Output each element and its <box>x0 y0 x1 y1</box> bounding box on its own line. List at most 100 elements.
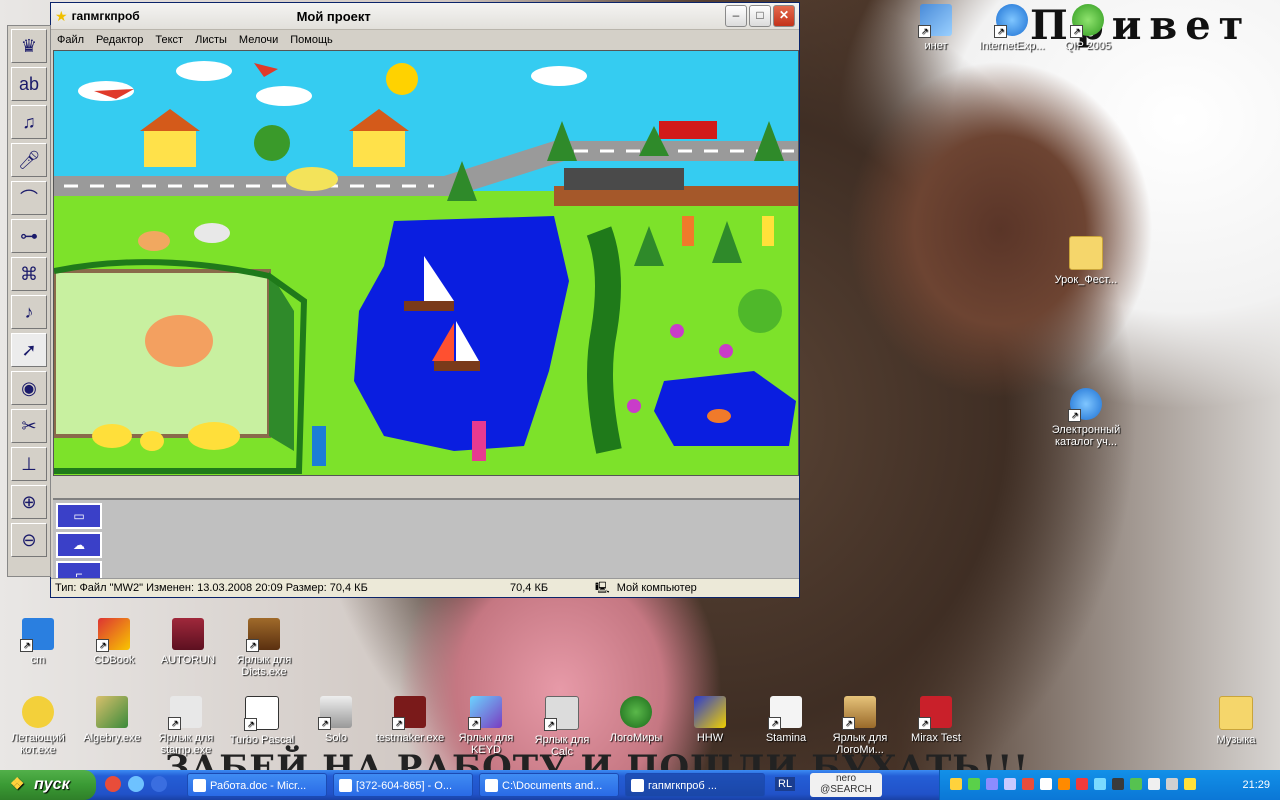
tray-network-icon-2[interactable] <box>1004 778 1016 790</box>
close-button[interactable]: ✕ <box>773 5 795 27</box>
desktop-icon-dicts[interactable]: Ярлык для Dicts.exe <box>226 618 302 678</box>
desktop-icon-flying-cat[interactable]: Летающий кот.exe <box>0 696 76 756</box>
tray-app-icon-6[interactable] <box>1184 778 1196 790</box>
desktop-icon-autorun[interactable]: AUTORUN <box>150 618 226 666</box>
tray-qip-icon[interactable] <box>968 778 980 790</box>
tray-app-icon-5[interactable] <box>1148 778 1160 790</box>
turtle-icon <box>620 696 652 728</box>
system-tray: 21:29 <box>939 770 1280 800</box>
sheet-thumbnail-1[interactable]: ▭ <box>56 503 102 529</box>
tray-app-icon-2[interactable] <box>1058 778 1070 790</box>
tray-spider-icon[interactable] <box>1112 778 1124 790</box>
taskbar: пуск Работа.doc - Micr... [372-604-865] … <box>0 770 1280 800</box>
window-title-project: Мой проект <box>296 8 371 24</box>
title-bar[interactable]: ★ гапмгкпроб Мой проект – □ ✕ <box>51 3 799 30</box>
menu-sheets[interactable]: Листы <box>189 34 233 46</box>
tray-app-icon-4[interactable] <box>1130 778 1142 790</box>
desktop-icon-inet[interactable]: инет <box>898 4 974 52</box>
show-desktop-icon[interactable] <box>151 776 168 792</box>
desktop-icon-qip[interactable]: QIP 2005 <box>1050 4 1126 52</box>
tray-target-icon[interactable] <box>1076 778 1088 790</box>
desktop-icon-stamina[interactable]: Stamina <box>748 696 824 744</box>
desktop-icon-algebry[interactable]: Algebry.exe <box>74 696 150 744</box>
ie-icon <box>1068 388 1102 422</box>
minimize-button[interactable]: – <box>725 5 747 27</box>
desktop-icon-internet-explorer[interactable]: InternetExp... <box>974 4 1050 52</box>
music-note-icon[interactable]: ♫ <box>11 105 47 139</box>
desktop-icon-calc[interactable]: Ярлык для Calc <box>524 696 600 758</box>
cdbook-icon <box>96 618 130 652</box>
opera-icon[interactable] <box>105 776 121 792</box>
desktop-icon-hhw[interactable]: HHW <box>672 696 748 744</box>
satellite-dish-icon[interactable]: ⌒ <box>11 181 47 215</box>
star-app-icon: ★ <box>55 7 68 24</box>
menu-editor[interactable]: Редактор <box>90 34 149 46</box>
eye-icon[interactable]: ◉ <box>11 371 47 405</box>
tray-app-icon[interactable] <box>1022 778 1034 790</box>
film-camera-icon[interactable]: ⌘ <box>11 257 47 291</box>
book-icon <box>246 618 280 652</box>
status-bar: Тип: Файл "MW2" Изменен: 13.03.2008 20:0… <box>51 578 799 597</box>
tray-shield-icon[interactable] <box>950 778 962 790</box>
maximize-button[interactable]: □ <box>749 5 771 27</box>
desktop-icon-keyd[interactable]: Ярлык для KEYD <box>448 696 524 756</box>
ie-icon[interactable] <box>128 776 145 792</box>
tray-volume-icon[interactable] <box>1166 778 1178 790</box>
desktop-icon-turbo-pascal[interactable]: Turbo Pascal <box>224 696 300 746</box>
desktop-icon-stamp[interactable]: Ярлык для stamp.exe <box>148 696 224 756</box>
taskbar-button-explorer[interactable]: C:\Documents and... <box>479 773 619 797</box>
ms-keyboard-icon <box>468 696 502 730</box>
desktop-icon-cm[interactable]: cm <box>0 618 76 666</box>
sheet-thumbnail-2[interactable]: ☁ <box>56 532 102 558</box>
book-icon <box>172 618 204 650</box>
app-window: ★ гапмгкпроб Мой проект – □ ✕ Файл Редак… <box>7 2 800 598</box>
desktop-icon-logomiry[interactable]: ЛогоМиры <box>598 696 674 744</box>
project-canvas[interactable] <box>53 50 799 476</box>
calculator-icon <box>544 696 579 731</box>
clock[interactable]: 21:29 <box>1242 770 1270 800</box>
microphone-icon[interactable]: 🎤︎ <box>11 143 47 177</box>
stamina-icon <box>768 696 802 730</box>
desktop-icon-mirax-test[interactable]: Mirax Test <box>898 696 974 744</box>
start-button[interactable]: пуск <box>0 770 96 800</box>
taskbar-button-chat[interactable]: [372-604-865] - О... <box>333 773 473 797</box>
desktop-icon-music-folder[interactable]: Музыка <box>1198 696 1274 746</box>
logomiry-icon <box>842 696 876 730</box>
testmaker-icon <box>392 696 426 730</box>
zoom-out-icon[interactable]: ⊖ <box>11 523 47 557</box>
folder-icon <box>1069 236 1103 270</box>
menu-help[interactable]: Помощь <box>284 34 339 46</box>
stamp-icon[interactable]: ⊥ <box>11 447 47 481</box>
mirax-icon <box>918 696 952 730</box>
slider-icon[interactable]: ⊶ <box>11 219 47 253</box>
pointer-icon[interactable]: ➚ <box>11 333 47 367</box>
tray-app-icon-3[interactable] <box>1094 778 1106 790</box>
desktop-icon-folder-urok[interactable]: Урок_Фест... <box>1048 236 1124 286</box>
menu-file[interactable]: Файл <box>51 34 90 46</box>
menu-text[interactable]: Текст <box>149 34 189 46</box>
dictionary-be-icon <box>20 618 54 652</box>
menu-gadgets[interactable]: Мелочи <box>233 34 284 46</box>
scissors-icon[interactable]: ✂ <box>11 409 47 443</box>
desktop-icon-electronic-catalog[interactable]: Электронный каталог уч... <box>1048 388 1124 448</box>
tray-signal-icon[interactable] <box>1040 778 1052 790</box>
status-location-label: Мой компьютер <box>616 581 697 594</box>
scene-drawing <box>54 51 798 475</box>
tray-network-icon[interactable] <box>986 778 998 790</box>
nero-search-toolbar[interactable]: nero @SEARCH <box>810 773 882 797</box>
taskbar-button-app[interactable]: гапмгкпроб ... <box>625 773 765 797</box>
cd-music-icon[interactable]: ♪ <box>11 295 47 329</box>
help-workshop-icon <box>694 696 726 728</box>
desktop-icon-logomiry-shortcut[interactable]: Ярлык для ЛогоМи... <box>822 696 898 756</box>
desktop-icon-cdbook[interactable]: CDBook <box>76 618 152 666</box>
language-indicator[interactable]: RL <box>775 777 796 791</box>
crown-icon[interactable]: ♛ <box>11 29 47 63</box>
taskbar-button-word[interactable]: Работа.doc - Micr... <box>187 773 327 797</box>
status-file-info: Тип: Файл "MW2" Изменен: 13.03.2008 20:0… <box>55 582 368 594</box>
toolbox: ♛ ab ♫ 🎤︎ ⌒ ⊶ ⌘ ♪ ➚ ◉ ✂ ⊥ ⊕ ⊖ <box>7 25 51 577</box>
alphabet-icon[interactable]: ab <box>11 67 47 101</box>
zoom-in-icon[interactable]: ⊕ <box>11 485 47 519</box>
desktop-icon-testmaker[interactable]: testmaker.exe <box>372 696 448 744</box>
network-icon <box>918 4 952 38</box>
desktop-icon-solo[interactable]: Solo <box>298 696 374 744</box>
